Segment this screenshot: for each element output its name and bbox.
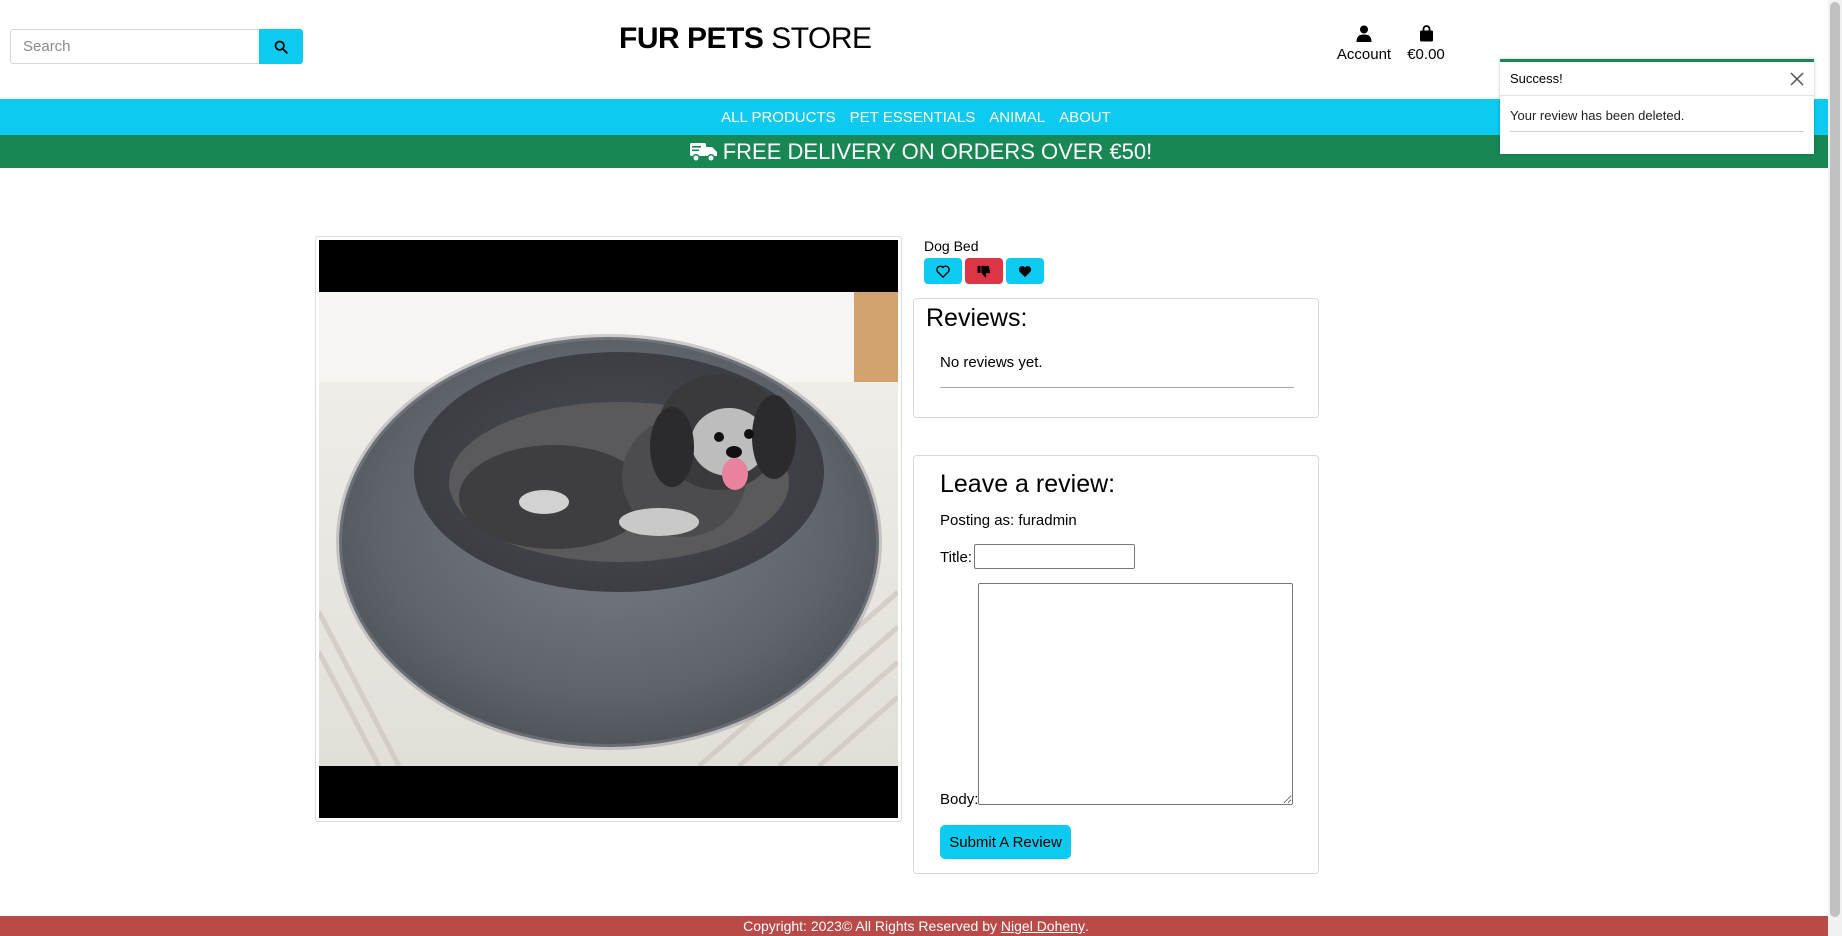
product-name: Dog Bed <box>924 238 979 254</box>
scrollbar-thumb[interactable] <box>1830 2 1840 917</box>
logo-light: STORE <box>763 22 872 55</box>
reviews-divider <box>940 387 1294 388</box>
reviews-card: Reviews: No reviews yet. <box>913 298 1319 418</box>
delivery-banner-text: FREE DELIVERY ON ORDERS OVER €50! <box>722 138 1153 164</box>
no-reviews-text: No reviews yet. <box>940 354 1043 371</box>
heart-filled-icon <box>1018 265 1032 277</box>
like-button[interactable] <box>924 258 962 284</box>
review-form-card: Leave a review: Posting as: furadmin Tit… <box>913 455 1319 874</box>
footer-copyright: Copyright: 2023© All Rights Reserved by <box>743 918 1001 934</box>
toast-divider <box>1510 131 1804 132</box>
product-image[interactable] <box>319 240 898 818</box>
footer-author-link[interactable]: Nigel Doheny <box>1001 918 1085 934</box>
dog-bed-photo <box>319 292 898 766</box>
footer-suffix: . <box>1084 918 1089 934</box>
site-logo[interactable]: FUR PETS STORE <box>619 22 872 56</box>
account-link[interactable]: Account <box>1336 25 1392 63</box>
toast-header: Success! <box>1500 62 1814 96</box>
nav-animal[interactable]: ANIMAL <box>989 109 1045 126</box>
review-body-textarea[interactable] <box>978 583 1293 805</box>
reviews-heading: Reviews: <box>926 304 1028 332</box>
search-input[interactable] <box>10 29 259 64</box>
shopping-bag-link[interactable]: €0.00 <box>1404 25 1448 63</box>
title-label: Title: <box>940 549 972 566</box>
toast-title: Success! <box>1510 71 1563 86</box>
close-icon[interactable] <box>1790 71 1804 86</box>
account-label: Account <box>1336 46 1392 63</box>
logo-bold: FUR PETS <box>619 22 764 55</box>
thumbs-down-icon <box>977 265 991 277</box>
toast-message: Your review has been deleted. <box>1510 108 1685 123</box>
body-label: Body: <box>940 791 979 808</box>
shopping-bag-icon <box>1419 25 1433 42</box>
posting-as-text: Posting as: furadmin <box>940 512 1077 529</box>
success-toast: Success! Your review has been deleted. <box>1500 59 1814 154</box>
product-image-frame <box>315 236 902 822</box>
review-title-input[interactable] <box>974 544 1135 569</box>
search-button[interactable] <box>259 29 303 64</box>
favourite-button[interactable] <box>1006 258 1044 284</box>
page-scrollbar[interactable] <box>1828 0 1842 936</box>
bag-total: €0.00 <box>1407 46 1445 63</box>
user-icon <box>1356 25 1372 42</box>
nav-all-products[interactable]: ALL PRODUCTS <box>721 109 835 126</box>
nav-about[interactable]: ABOUT <box>1059 109 1111 126</box>
search-icon <box>274 40 288 54</box>
submit-review-button[interactable]: Submit A Review <box>940 825 1071 859</box>
truck-icon <box>689 142 717 162</box>
review-form-heading: Leave a review: <box>940 470 1116 498</box>
heart-outline-icon <box>936 264 950 278</box>
site-footer: Copyright: 2023© All Rights Reserved by … <box>0 916 1832 936</box>
nav-pet-essentials[interactable]: PET ESSENTIALS <box>850 109 976 126</box>
search-form <box>10 29 303 64</box>
dislike-button[interactable] <box>965 258 1003 284</box>
product-actions <box>924 258 1044 284</box>
